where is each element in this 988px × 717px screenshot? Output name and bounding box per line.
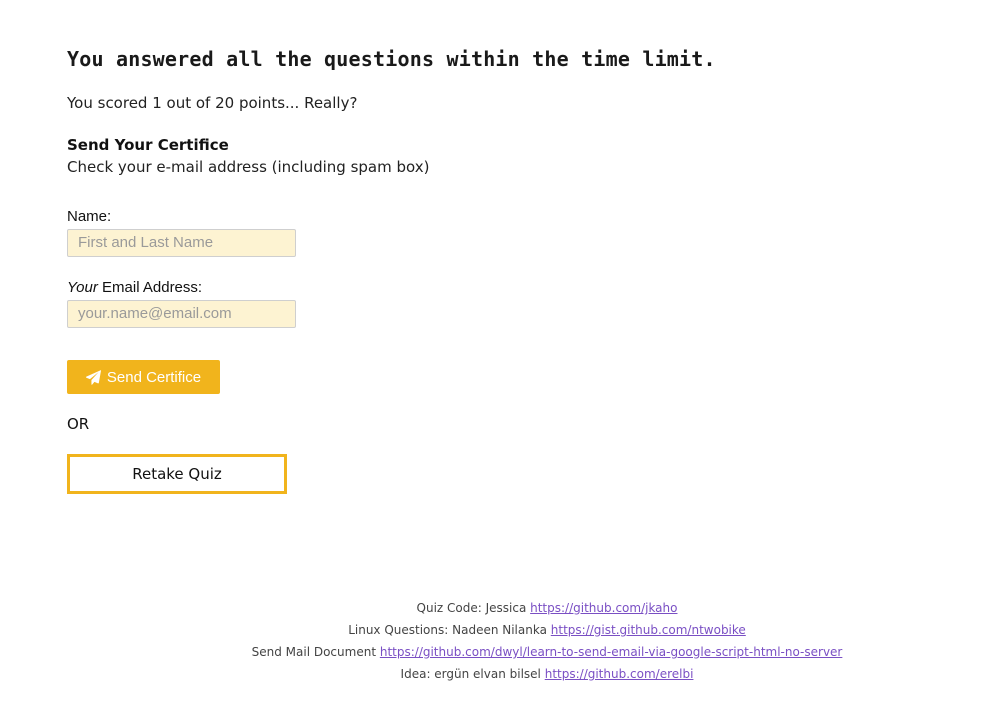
email-label-text: Email Address: — [97, 279, 203, 296]
credit-link[interactable]: https://github.com/dwyl/learn-to-send-em… — [380, 645, 843, 659]
credit-link[interactable]: https://gist.github.com/ntwobike — [551, 623, 746, 637]
email-label: Your Email Address: — [67, 279, 202, 296]
retake-quiz-button[interactable]: Retake Quiz — [67, 454, 287, 494]
or-separator: OR — [67, 415, 90, 433]
result-title: You answered all the questions within th… — [67, 47, 716, 71]
name-input[interactable]: First and Last Name — [67, 229, 296, 257]
email-input[interactable]: your.name@email.com — [67, 300, 296, 328]
credit-line: Quiz Code: Jessica https://github.com/jk… — [0, 597, 988, 619]
credit-line: Send Mail Document https://github.com/dw… — [0, 641, 988, 663]
credit-line: Linux Questions: Nadeen Nilanka https://… — [0, 619, 988, 641]
credits-footer: Quiz Code: Jessica https://github.com/jk… — [0, 597, 988, 685]
score-text: You scored 1 out of 20 points... Really? — [67, 94, 358, 112]
send-certificate-label: Send Certifice — [106, 368, 202, 386]
credit-text: Quiz Code: Jessica — [416, 601, 531, 615]
certificate-subtext: Check your e-mail address (including spa… — [67, 158, 430, 176]
credit-link[interactable]: https://github.com/jkaho — [530, 601, 677, 615]
send-certificate-button[interactable]: Send Certifice — [67, 360, 220, 394]
credit-text: Send Mail Document — [251, 645, 380, 659]
credit-text: Idea: ergün elvan bilsel — [400, 667, 545, 681]
email-label-emphasis: Your — [67, 279, 98, 296]
name-label: Name: — [67, 208, 112, 225]
credit-text: Linux Questions: Nadeen Nilanka — [348, 623, 551, 637]
credit-line: Idea: ergün elvan bilsel https://github.… — [0, 663, 988, 685]
paper-plane-icon — [85, 369, 101, 385]
certificate-heading: Send Your Certifice — [67, 136, 229, 154]
quiz-result-page: You answered all the questions within th… — [0, 0, 988, 717]
credit-link[interactable]: https://github.com/erelbi — [545, 667, 694, 681]
